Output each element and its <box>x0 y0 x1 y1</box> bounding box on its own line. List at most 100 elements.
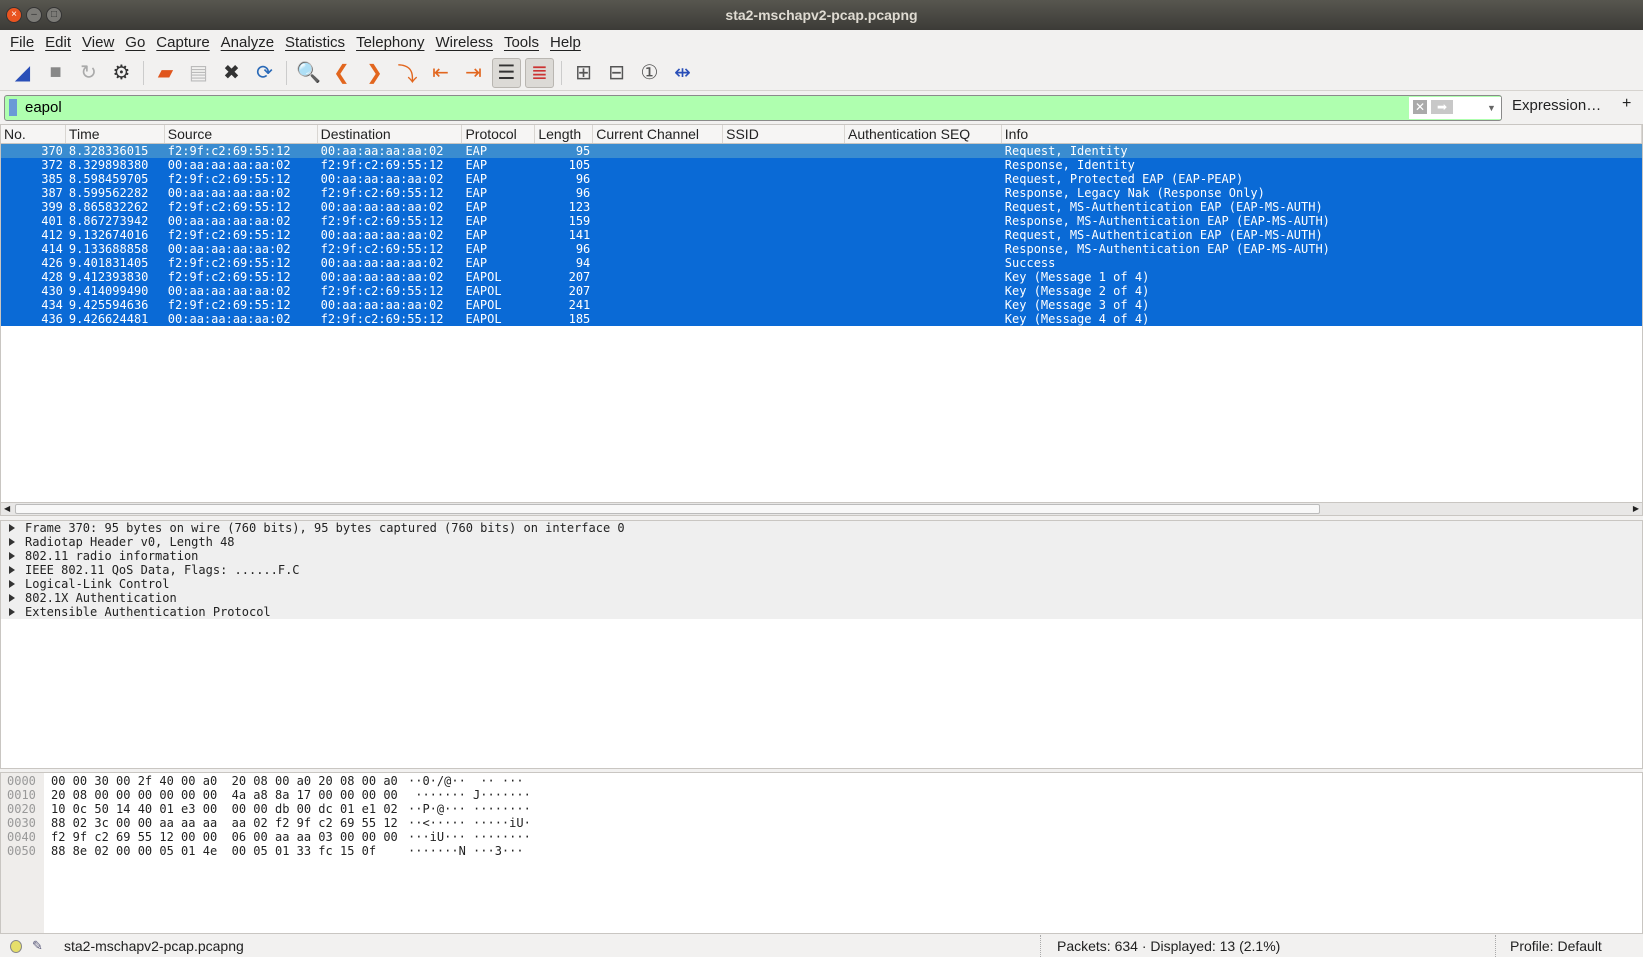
menu-edit[interactable]: Edit <box>45 34 71 51</box>
reload-file-button[interactable]: ⟳ <box>250 58 279 88</box>
colorize-button[interactable]: ≣ <box>525 57 554 88</box>
menu-view[interactable]: View <box>82 34 114 51</box>
hex-ascii[interactable]: ··0·/@·· ·· ··· <box>408 774 524 788</box>
zoom-in-button[interactable]: ⊞ <box>569 58 598 88</box>
packet-row[interactable]: 430 9.414099490 00:aa:aa:aa:aa:02 f2:9f:c2:… <box>1 284 1642 298</box>
last-packet-button[interactable]: ⇥ <box>459 58 488 88</box>
forward-button[interactable]: ❯ <box>360 58 389 88</box>
packet-list-horizontal-scrollbar[interactable]: ◀ ▶ <box>0 502 1643 516</box>
scroll-left-icon[interactable]: ◀ <box>4 503 10 515</box>
column-header-destination[interactable]: Destination <box>318 125 463 143</box>
hex-ascii[interactable]: ··P·@··· ········ <box>408 802 531 816</box>
packet-row[interactable]: 434 9.425594636 f2:9f:c2:69:55:12 00:aa:aa:… <box>1 298 1642 312</box>
detail-tree-item[interactable]: IEEE 802.11 QoS Data, Flags: ......F.C <box>1 563 1642 577</box>
first-packet-button[interactable]: ⇤ <box>426 58 455 88</box>
menu-help[interactable]: Help <box>550 34 581 51</box>
hex-bytes[interactable]: 20 08 00 00 00 00 00 00 4a a8 8a 17 00 0… <box>51 788 398 802</box>
packet-row[interactable]: 426 9.401831405 f2:9f:c2:69:55:12 00:aa:aa:… <box>1 256 1642 270</box>
add-filter-button[interactable]: + <box>1622 95 1631 113</box>
hex-offset[interactable]: 0030 <box>7 816 36 830</box>
hex-ascii[interactable]: ·······N ···3··· <box>408 844 524 858</box>
packet-row[interactable]: 436 9.426624481 00:aa:aa:aa:aa:02 f2:9f:c2:… <box>1 312 1642 326</box>
packet-row[interactable]: 428 9.412393830 f2:9f:c2:69:55:12 00:aa:aa:… <box>1 270 1642 284</box>
menu-wireless[interactable]: Wireless <box>435 34 493 51</box>
autoscroll-button[interactable]: ☰ <box>492 57 521 88</box>
expert-info-icon[interactable] <box>10 940 22 953</box>
bookmark-icon[interactable] <box>9 99 17 116</box>
apply-filter-icon[interactable]: ➡ <box>1431 100 1453 114</box>
column-header-protocol[interactable]: Protocol <box>462 125 536 143</box>
packet-row[interactable]: 387 8.599562282 00:aa:aa:aa:aa:02 f2:9f:c2:… <box>1 186 1642 200</box>
cell-source: 00:aa:aa:aa:aa:02 <box>167 312 291 326</box>
resize-columns-button[interactable]: ⇹ <box>668 58 697 88</box>
close-file-button[interactable]: ✖ <box>217 58 246 88</box>
scrollbar-thumb[interactable] <box>15 504 1320 514</box>
status-profile[interactable]: Profile: Default <box>1495 935 1602 957</box>
search-button[interactable]: 🔍 <box>294 58 323 88</box>
hex-ascii[interactable]: ···iU··· ········ <box>408 830 531 844</box>
packet-row[interactable]: 372 8.329898380 00:aa:aa:aa:aa:02 f2:9f:c2:… <box>1 158 1642 172</box>
hex-offset[interactable]: 0040 <box>7 830 36 844</box>
shark-fin-start-button[interactable]: ◢ <box>8 58 37 88</box>
column-header-ssid[interactable]: SSID <box>723 125 845 143</box>
detail-tree-item[interactable]: Radiotap Header v0, Length 48 <box>1 535 1642 549</box>
detail-tree-item[interactable]: Frame 370: 95 bytes on wire (760 bits), … <box>1 521 1642 535</box>
column-header-info[interactable]: Info <box>1002 125 1642 143</box>
column-header-length[interactable]: Length <box>535 125 594 143</box>
stop-button[interactable]: ■ <box>41 58 70 88</box>
clear-filter-icon[interactable]: ✕ <box>1413 100 1427 114</box>
menu-statistics[interactable]: Statistics <box>285 34 345 51</box>
menu-capture[interactable]: Capture <box>156 34 209 51</box>
menu-file[interactable]: File <box>10 34 34 51</box>
cell-current-channel <box>593 214 723 228</box>
column-header-source[interactable]: Source <box>165 125 318 143</box>
options-gear-button[interactable]: ⚙ <box>107 58 136 88</box>
cell-authentication-seq <box>845 298 1002 312</box>
filter-history-dropdown-icon[interactable]: ▼ <box>1457 97 1501 119</box>
menu-analyze[interactable]: Analyze <box>221 34 274 51</box>
detail-tree-item[interactable]: 802.11 radio information <box>1 549 1642 563</box>
hex-bytes[interactable]: 00 00 30 00 2f 40 00 a0 20 08 00 a0 20 0… <box>51 774 398 788</box>
packet-row[interactable]: 399 8.865832262 f2:9f:c2:69:55:12 00:aa:aa:… <box>1 200 1642 214</box>
column-header-no[interactable]: No. <box>1 125 66 143</box>
close-window-button[interactable]: × <box>6 7 22 23</box>
hex-ascii[interactable]: ······· J······· <box>408 788 531 802</box>
column-header-time[interactable]: Time <box>66 125 165 143</box>
hex-offset[interactable]: 0010 <box>7 788 36 802</box>
packet-row[interactable]: 401 8.867273942 00:aa:aa:aa:aa:02 f2:9f:c2:… <box>1 214 1642 228</box>
packet-row[interactable]: 414 9.133688858 00:aa:aa:aa:aa:02 f2:9f:c2:… <box>1 242 1642 256</box>
open-folder-button[interactable]: ▰ <box>151 58 180 88</box>
back-button[interactable]: ❮ <box>327 58 356 88</box>
hex-offset[interactable]: 0050 <box>7 844 36 858</box>
menu-go[interactable]: Go <box>125 34 145 51</box>
hex-bytes[interactable]: f2 9f c2 69 55 12 00 00 06 00 aa aa 03 0… <box>51 830 398 844</box>
column-header-authentication-seq[interactable]: Authentication SEQ <box>845 125 1002 143</box>
detail-tree-item[interactable]: 802.1X Authentication <box>1 591 1642 605</box>
minimize-window-button[interactable]: – <box>26 7 42 23</box>
hex-bytes[interactable]: 88 8e 02 00 00 05 01 4e 00 05 01 33 fc 1… <box>51 844 376 858</box>
restart-button[interactable]: ↻ <box>74 58 103 88</box>
maximize-window-button[interactable]: □ <box>46 7 62 23</box>
detail-tree-item[interactable]: Logical-Link Control <box>1 577 1642 591</box>
detail-tree-item[interactable]: Extensible Authentication Protocol <box>1 605 1642 619</box>
expression-button[interactable]: Expression… <box>1512 97 1601 114</box>
zoom-out-button[interactable]: ⊟ <box>602 58 631 88</box>
packet-row[interactable]: 412 9.132674016 f2:9f:c2:69:55:12 00:aa:aa:… <box>1 228 1642 242</box>
column-header-current-channel[interactable]: Current Channel <box>593 125 724 143</box>
packet-row[interactable]: 385 8.598459705 f2:9f:c2:69:55:12 00:aa:aa:… <box>1 172 1642 186</box>
menu-telephony[interactable]: Telephony <box>356 34 424 51</box>
hex-offset[interactable]: 0000 <box>7 774 36 788</box>
goto-packet-button[interactable]: ⤵ <box>393 58 422 88</box>
cell-authentication-seq <box>845 312 1002 326</box>
hex-bytes[interactable]: 88 02 3c 00 00 aa aa aa aa 02 f2 9f c2 6… <box>51 816 398 830</box>
normal-size-button[interactable]: ① <box>635 58 664 88</box>
file-button[interactable]: ▤ <box>184 58 213 88</box>
hex-bytes[interactable]: 10 0c 50 14 40 01 e3 00 00 00 db 00 dc 0… <box>51 802 398 816</box>
capture-comment-icon[interactable]: ✎ <box>32 935 43 957</box>
display-filter-input[interactable] <box>25 96 1425 120</box>
packet-row[interactable]: 370 8.328336015 f2:9f:c2:69:55:12 00:aa:aa:… <box>1 144 1642 158</box>
scroll-right-icon[interactable]: ▶ <box>1633 503 1639 515</box>
menu-tools[interactable]: Tools <box>504 34 539 51</box>
hex-ascii[interactable]: ··<····· ·····iU· <box>408 816 531 830</box>
hex-offset[interactable]: 0020 <box>7 802 36 816</box>
